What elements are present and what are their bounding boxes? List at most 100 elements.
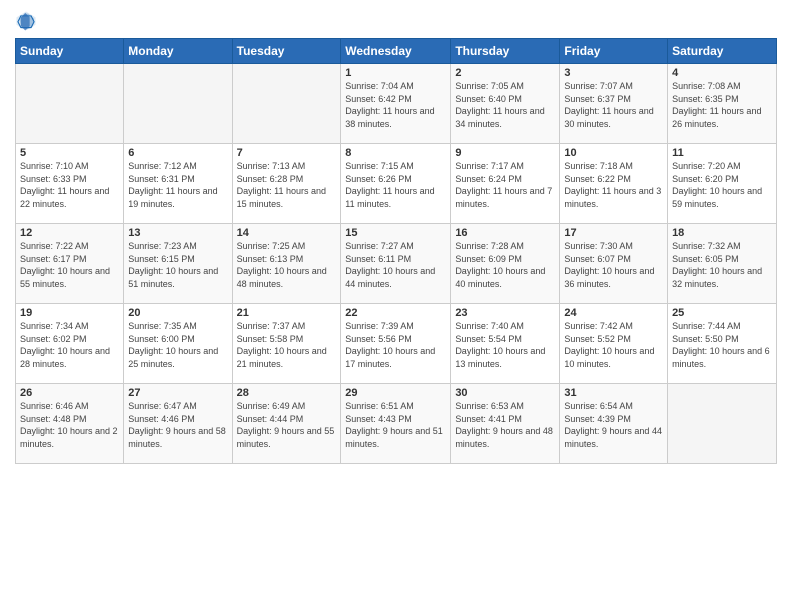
calendar-cell: 24Sunrise: 7:42 AM Sunset: 5:52 PM Dayli… bbox=[560, 304, 668, 384]
day-info: Sunrise: 7:05 AM Sunset: 6:40 PM Dayligh… bbox=[455, 80, 555, 130]
calendar-cell bbox=[668, 384, 777, 464]
calendar-cell: 6Sunrise: 7:12 AM Sunset: 6:31 PM Daylig… bbox=[124, 144, 232, 224]
day-info: Sunrise: 7:37 AM Sunset: 5:58 PM Dayligh… bbox=[237, 320, 337, 370]
day-number: 19 bbox=[20, 307, 119, 319]
day-info: Sunrise: 7:28 AM Sunset: 6:09 PM Dayligh… bbox=[455, 240, 555, 290]
day-info: Sunrise: 7:08 AM Sunset: 6:35 PM Dayligh… bbox=[672, 80, 772, 130]
day-info: Sunrise: 7:07 AM Sunset: 6:37 PM Dayligh… bbox=[564, 80, 663, 130]
day-number: 3 bbox=[564, 67, 663, 79]
calendar-week-row: 12Sunrise: 7:22 AM Sunset: 6:17 PM Dayli… bbox=[16, 224, 777, 304]
day-info: Sunrise: 7:04 AM Sunset: 6:42 PM Dayligh… bbox=[345, 80, 446, 130]
day-info: Sunrise: 7:22 AM Sunset: 6:17 PM Dayligh… bbox=[20, 240, 119, 290]
calendar-cell bbox=[232, 64, 341, 144]
day-number: 16 bbox=[455, 227, 555, 239]
day-number: 13 bbox=[128, 227, 227, 239]
day-info: Sunrise: 7:20 AM Sunset: 6:20 PM Dayligh… bbox=[672, 160, 772, 210]
day-number: 29 bbox=[345, 387, 446, 399]
day-number: 20 bbox=[128, 307, 227, 319]
calendar-cell bbox=[124, 64, 232, 144]
weekday-header-thursday: Thursday bbox=[451, 39, 560, 64]
day-info: Sunrise: 7:40 AM Sunset: 5:54 PM Dayligh… bbox=[455, 320, 555, 370]
day-number: 21 bbox=[237, 307, 337, 319]
day-number: 12 bbox=[20, 227, 119, 239]
day-number: 15 bbox=[345, 227, 446, 239]
day-number: 10 bbox=[564, 147, 663, 159]
calendar-cell: 23Sunrise: 7:40 AM Sunset: 5:54 PM Dayli… bbox=[451, 304, 560, 384]
day-number: 25 bbox=[672, 307, 772, 319]
day-info: Sunrise: 7:32 AM Sunset: 6:05 PM Dayligh… bbox=[672, 240, 772, 290]
day-number: 6 bbox=[128, 147, 227, 159]
logo bbox=[15, 10, 39, 32]
calendar-cell: 11Sunrise: 7:20 AM Sunset: 6:20 PM Dayli… bbox=[668, 144, 777, 224]
day-number: 17 bbox=[564, 227, 663, 239]
calendar-cell: 22Sunrise: 7:39 AM Sunset: 5:56 PM Dayli… bbox=[341, 304, 451, 384]
calendar-week-row: 26Sunrise: 6:46 AM Sunset: 4:48 PM Dayli… bbox=[16, 384, 777, 464]
calendar-cell: 21Sunrise: 7:37 AM Sunset: 5:58 PM Dayli… bbox=[232, 304, 341, 384]
day-info: Sunrise: 7:10 AM Sunset: 6:33 PM Dayligh… bbox=[20, 160, 119, 210]
calendar-cell: 20Sunrise: 7:35 AM Sunset: 6:00 PM Dayli… bbox=[124, 304, 232, 384]
calendar-cell: 29Sunrise: 6:51 AM Sunset: 4:43 PM Dayli… bbox=[341, 384, 451, 464]
day-info: Sunrise: 7:18 AM Sunset: 6:22 PM Dayligh… bbox=[564, 160, 663, 210]
calendar-cell: 27Sunrise: 6:47 AM Sunset: 4:46 PM Dayli… bbox=[124, 384, 232, 464]
calendar-cell: 2Sunrise: 7:05 AM Sunset: 6:40 PM Daylig… bbox=[451, 64, 560, 144]
day-number: 31 bbox=[564, 387, 663, 399]
day-info: Sunrise: 7:13 AM Sunset: 6:28 PM Dayligh… bbox=[237, 160, 337, 210]
day-info: Sunrise: 6:47 AM Sunset: 4:46 PM Dayligh… bbox=[128, 400, 227, 450]
calendar-table: SundayMondayTuesdayWednesdayThursdayFrid… bbox=[15, 38, 777, 464]
calendar-cell: 26Sunrise: 6:46 AM Sunset: 4:48 PM Dayli… bbox=[16, 384, 124, 464]
day-info: Sunrise: 7:39 AM Sunset: 5:56 PM Dayligh… bbox=[345, 320, 446, 370]
day-number: 18 bbox=[672, 227, 772, 239]
day-info: Sunrise: 6:49 AM Sunset: 4:44 PM Dayligh… bbox=[237, 400, 337, 450]
calendar-cell: 1Sunrise: 7:04 AM Sunset: 6:42 PM Daylig… bbox=[341, 64, 451, 144]
day-info: Sunrise: 6:53 AM Sunset: 4:41 PM Dayligh… bbox=[455, 400, 555, 450]
weekday-header-wednesday: Wednesday bbox=[341, 39, 451, 64]
calendar-cell: 18Sunrise: 7:32 AM Sunset: 6:05 PM Dayli… bbox=[668, 224, 777, 304]
calendar-cell: 10Sunrise: 7:18 AM Sunset: 6:22 PM Dayli… bbox=[560, 144, 668, 224]
day-number: 30 bbox=[455, 387, 555, 399]
day-number: 1 bbox=[345, 67, 446, 79]
day-info: Sunrise: 7:25 AM Sunset: 6:13 PM Dayligh… bbox=[237, 240, 337, 290]
calendar-cell bbox=[16, 64, 124, 144]
calendar-cell: 31Sunrise: 6:54 AM Sunset: 4:39 PM Dayli… bbox=[560, 384, 668, 464]
day-number: 28 bbox=[237, 387, 337, 399]
calendar-cell: 14Sunrise: 7:25 AM Sunset: 6:13 PM Dayli… bbox=[232, 224, 341, 304]
calendar-cell: 30Sunrise: 6:53 AM Sunset: 4:41 PM Dayli… bbox=[451, 384, 560, 464]
calendar-cell: 9Sunrise: 7:17 AM Sunset: 6:24 PM Daylig… bbox=[451, 144, 560, 224]
day-number: 7 bbox=[237, 147, 337, 159]
calendar-cell: 12Sunrise: 7:22 AM Sunset: 6:17 PM Dayli… bbox=[16, 224, 124, 304]
day-info: Sunrise: 6:46 AM Sunset: 4:48 PM Dayligh… bbox=[20, 400, 119, 450]
day-info: Sunrise: 7:30 AM Sunset: 6:07 PM Dayligh… bbox=[564, 240, 663, 290]
calendar-week-row: 19Sunrise: 7:34 AM Sunset: 6:02 PM Dayli… bbox=[16, 304, 777, 384]
weekday-header-friday: Friday bbox=[560, 39, 668, 64]
calendar-cell: 17Sunrise: 7:30 AM Sunset: 6:07 PM Dayli… bbox=[560, 224, 668, 304]
calendar-week-row: 1Sunrise: 7:04 AM Sunset: 6:42 PM Daylig… bbox=[16, 64, 777, 144]
weekday-header-row: SundayMondayTuesdayWednesdayThursdayFrid… bbox=[16, 39, 777, 64]
calendar-week-row: 5Sunrise: 7:10 AM Sunset: 6:33 PM Daylig… bbox=[16, 144, 777, 224]
day-info: Sunrise: 7:44 AM Sunset: 5:50 PM Dayligh… bbox=[672, 320, 772, 370]
day-number: 23 bbox=[455, 307, 555, 319]
header bbox=[15, 10, 777, 32]
day-number: 24 bbox=[564, 307, 663, 319]
day-info: Sunrise: 7:34 AM Sunset: 6:02 PM Dayligh… bbox=[20, 320, 119, 370]
calendar-cell: 4Sunrise: 7:08 AM Sunset: 6:35 PM Daylig… bbox=[668, 64, 777, 144]
day-number: 2 bbox=[455, 67, 555, 79]
day-number: 9 bbox=[455, 147, 555, 159]
day-number: 4 bbox=[672, 67, 772, 79]
calendar-cell: 16Sunrise: 7:28 AM Sunset: 6:09 PM Dayli… bbox=[451, 224, 560, 304]
day-info: Sunrise: 7:15 AM Sunset: 6:26 PM Dayligh… bbox=[345, 160, 446, 210]
day-info: Sunrise: 6:54 AM Sunset: 4:39 PM Dayligh… bbox=[564, 400, 663, 450]
calendar-cell: 8Sunrise: 7:15 AM Sunset: 6:26 PM Daylig… bbox=[341, 144, 451, 224]
day-number: 8 bbox=[345, 147, 446, 159]
day-info: Sunrise: 7:42 AM Sunset: 5:52 PM Dayligh… bbox=[564, 320, 663, 370]
day-number: 5 bbox=[20, 147, 119, 159]
calendar-cell: 19Sunrise: 7:34 AM Sunset: 6:02 PM Dayli… bbox=[16, 304, 124, 384]
day-number: 14 bbox=[237, 227, 337, 239]
day-info: Sunrise: 7:17 AM Sunset: 6:24 PM Dayligh… bbox=[455, 160, 555, 210]
day-info: Sunrise: 7:12 AM Sunset: 6:31 PM Dayligh… bbox=[128, 160, 227, 210]
day-info: Sunrise: 6:51 AM Sunset: 4:43 PM Dayligh… bbox=[345, 400, 446, 450]
day-number: 26 bbox=[20, 387, 119, 399]
weekday-header-sunday: Sunday bbox=[16, 39, 124, 64]
calendar-cell: 13Sunrise: 7:23 AM Sunset: 6:15 PM Dayli… bbox=[124, 224, 232, 304]
page: SundayMondayTuesdayWednesdayThursdayFrid… bbox=[0, 0, 792, 612]
day-number: 11 bbox=[672, 147, 772, 159]
